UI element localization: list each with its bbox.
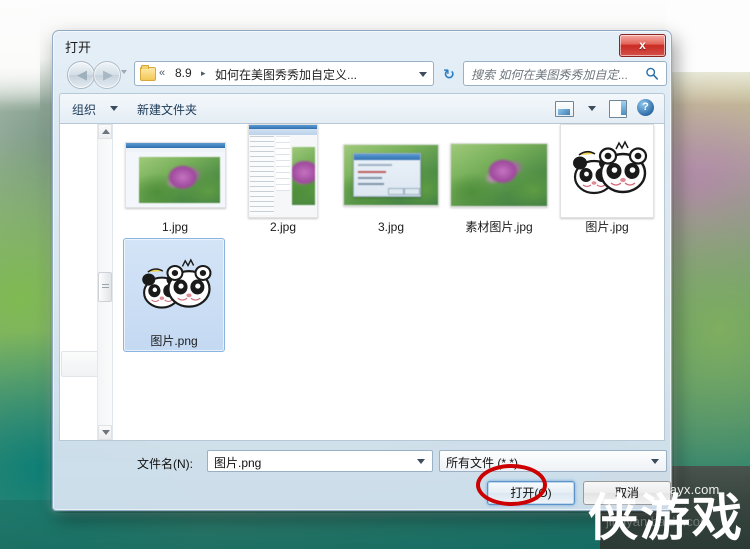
filename-label: 文件名(N): xyxy=(137,457,193,471)
file-item[interactable]: 3.jpg xyxy=(339,132,443,234)
history-dropdown-icon[interactable] xyxy=(121,70,127,74)
scroll-down-arrow-icon[interactable] xyxy=(98,425,112,440)
open-file-dialog: 打开 x ◀ ▶ « 8.9 ▸ 如何在美图秀秀加自定义... ↻ 搜索 如何在… xyxy=(52,30,672,511)
file-thumbnail xyxy=(124,242,224,332)
organize-button[interactable]: 组织 xyxy=(72,101,96,118)
file-name-label: 3.jpg xyxy=(377,220,405,234)
new-folder-button[interactable]: 新建文件夹 xyxy=(137,101,197,118)
file-name-label: 素材图片.jpg xyxy=(465,220,533,234)
panda-illustration-icon xyxy=(573,140,648,195)
file-thumbnail xyxy=(231,124,335,218)
file-name-label: 图片.png xyxy=(150,334,198,348)
breadcrumb-segment-2[interactable]: 如何在美图秀秀加自定义... xyxy=(215,66,357,83)
watermark: jingyan.baidu.com xiayx.com 侠游戏 xyxy=(588,470,750,549)
address-dropdown-icon[interactable] xyxy=(419,72,427,77)
file-item[interactable]: 2.jpg xyxy=(231,124,335,234)
nav-pane-scrollbar[interactable] xyxy=(97,124,112,440)
file-item[interactable]: 1.jpg xyxy=(123,132,227,234)
file-type-select[interactable]: 所有文件 (*.*) xyxy=(439,450,667,472)
window-title: 打开 xyxy=(65,40,92,55)
wallpaper-highlight-left xyxy=(0,0,40,112)
file-thumbnail xyxy=(555,124,659,218)
address-bar[interactable]: « 8.9 ▸ 如何在美图秀秀加自定义... xyxy=(134,61,434,86)
chevron-down-icon[interactable] xyxy=(588,106,596,111)
wallpaper-highlight-right xyxy=(666,0,750,72)
navigation-pane xyxy=(60,124,113,440)
filename-input[interactable]: 图片.png xyxy=(207,450,433,472)
command-toolbar: 组织 新建文件夹 ? xyxy=(59,93,665,123)
filename-value: 图片.png xyxy=(214,456,262,470)
chevron-down-icon[interactable] xyxy=(110,106,118,111)
file-thumbnail xyxy=(447,132,551,218)
search-icon xyxy=(646,67,659,80)
file-item[interactable]: 图片.png xyxy=(123,238,225,352)
help-icon[interactable]: ? xyxy=(637,99,654,116)
preview-pane-icon[interactable] xyxy=(609,100,627,118)
forward-button[interactable]: ▶ xyxy=(93,61,121,89)
scroll-up-arrow-icon[interactable] xyxy=(98,124,112,139)
file-thumbnail xyxy=(339,132,443,218)
chevron-down-icon[interactable] xyxy=(651,459,659,464)
file-name-label: 2.jpg xyxy=(269,220,297,234)
dialog-footer: 文件名(N): 图片.png 所有文件 (*.*) 打开(O) 取消 xyxy=(59,441,671,523)
search-box[interactable]: 搜索 如何在美图秀秀加自定... xyxy=(463,61,667,86)
file-list-pane[interactable]: 1.jpg 2.jpg 3.jpg 素材图片.jpg 图片.jpg 图片.png xyxy=(113,124,664,440)
scroll-thumb[interactable] xyxy=(98,272,112,302)
view-layout-icon[interactable] xyxy=(555,101,574,117)
file-item[interactable]: 图片.jpg xyxy=(555,124,659,234)
file-name-label: 1.jpg xyxy=(161,220,189,234)
refresh-icon[interactable]: ↻ xyxy=(440,65,458,83)
back-arrow-icon: ◀ xyxy=(77,67,87,82)
panda-illustration-icon xyxy=(142,258,212,309)
breadcrumb-overflow-icon[interactable]: « xyxy=(159,67,165,79)
file-type-value: 所有文件 (*.*) xyxy=(446,456,519,470)
navigation-bar: ◀ ▶ « 8.9 ▸ 如何在美图秀秀加自定义... ↻ 搜索 如何在美图秀秀加… xyxy=(59,59,667,93)
watermark-brand: 侠游戏 xyxy=(588,489,744,547)
file-name-label: 图片.jpg xyxy=(585,220,629,234)
back-button[interactable]: ◀ xyxy=(67,61,95,89)
chevron-down-icon[interactable] xyxy=(417,459,425,464)
forward-arrow-icon: ▶ xyxy=(103,67,113,82)
open-button[interactable]: 打开(O) xyxy=(487,481,575,505)
file-thumbnail xyxy=(123,132,227,218)
close-button[interactable]: x xyxy=(619,34,666,57)
search-input[interactable]: 搜索 如何在美图秀秀加自定... xyxy=(471,66,628,83)
folder-icon xyxy=(140,65,156,81)
file-item[interactable]: 素材图片.jpg xyxy=(447,132,551,234)
title-bar: 打开 x xyxy=(53,31,671,59)
breadcrumb-segment-1[interactable]: 8.9 xyxy=(175,66,192,80)
content-area: 1.jpg 2.jpg 3.jpg 素材图片.jpg 图片.jpg 图片.png xyxy=(59,123,665,441)
breadcrumb-separator-icon: ▸ xyxy=(201,68,206,78)
